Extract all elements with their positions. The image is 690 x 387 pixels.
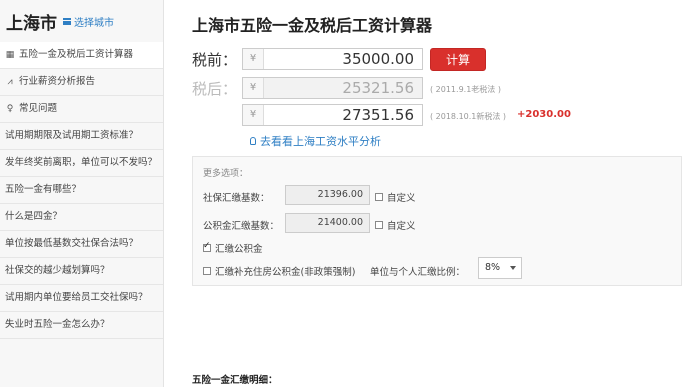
page-title: 上海市五险一金及税后工资计算器: [192, 16, 433, 35]
sidebar-item-10[interactable]: 失业时五险一金怎么办？: [0, 312, 163, 339]
detail-heading: 五险一金汇缴明细：: [192, 375, 278, 386]
sidebar-item-label: 试用期期限及试用期工资标准？: [5, 130, 139, 141]
sidebar-item-label: 五险一金有哪些？: [5, 184, 82, 195]
pretax-value: 35000.00: [342, 50, 414, 68]
calculator-icon: ▦: [5, 50, 15, 60]
aftertax-label: 税后：: [192, 80, 238, 98]
ratio-value: 8%: [485, 262, 501, 273]
custom-label: 自定义: [387, 193, 416, 204]
aftertax-old-output: ¥ 25321.56: [242, 77, 423, 99]
main-content: 上海市五险一金及税后工资计算器 税前： ¥ 35000.00 计算 税后： ¥ …: [192, 0, 690, 387]
sidebar-list: ▦ 五险一金及税后工资计算器 ⩘ 行业薪资分析报告 ♀ 常见问题试用期期限及试用期工资标准…: [0, 42, 163, 339]
select-city-link[interactable]: 选择城市: [63, 14, 114, 29]
sidebar-item-label: 常见问题: [19, 103, 58, 114]
sidebar-item-6[interactable]: 什么是四金？: [0, 204, 163, 231]
sidebar-item-4[interactable]: 发年终奖前离职，单位可以不发吗？: [0, 150, 163, 177]
city-name: 上海市: [6, 13, 57, 34]
new-tax-law-note: ( 2018.10.1新税法 ): [430, 112, 507, 121]
sidebar-item-label: 试用期内单位要给员工交社保吗？: [5, 292, 148, 303]
checkbox-icon: [203, 267, 211, 275]
supp-fund-checkbox[interactable]: 汇缴补充住房公积金(非政策强制): [203, 264, 355, 278]
social-custom-checkbox[interactable]: 自定义: [375, 190, 416, 204]
pay-fund-label: 汇缴公积金: [215, 244, 263, 255]
sidebar-item-label: 失业时五险一金怎么办？: [5, 319, 110, 330]
old-tax-law-note: ( 2011.9.1老税法 ): [430, 85, 501, 94]
sidebar-item-label: 社保交的越少越划算吗？: [5, 265, 110, 276]
ratio-select[interactable]: 8%: [478, 257, 522, 279]
aftertax-new-output: ¥ 27351.56: [242, 104, 423, 126]
sidebar-item-label: 单位按最低基数交社保合法吗？: [5, 238, 139, 249]
custom-label: 自定义: [387, 221, 416, 232]
social-base-label: 社保汇缴基数：: [203, 193, 270, 204]
fund-base-input[interactable]: 21400.00: [285, 213, 370, 233]
pretax-input[interactable]: ¥ 35000.00: [242, 48, 423, 70]
fund-custom-checkbox[interactable]: 自定义: [375, 218, 416, 232]
fund-base-label: 公积金汇缴基数：: [203, 221, 280, 232]
supp-fund-label: 汇缴补充住房公积金(非政策强制): [215, 267, 356, 278]
sidebar-item-7[interactable]: 单位按最低基数交社保合法吗？: [0, 231, 163, 258]
sidebar-item-8[interactable]: 社保交的越少越划算吗？: [0, 258, 163, 285]
sidebar-item-label: 发年终奖前离职，单位可以不发吗？: [5, 157, 158, 168]
trend-chart-icon: ⩘: [7, 77, 13, 87]
aftertax-new-value: 27351.56: [342, 106, 414, 124]
caret-down-icon: [510, 266, 516, 270]
checkbox-icon: [375, 193, 383, 201]
salary-analysis-label: 去看看上海工资水平分析: [260, 135, 381, 148]
sidebar: 上海市 选择城市 ▦ 五险一金及税后工资计算器 ⩘ 行业薪资分析报告 ♀ 常见问题试用期期…: [0, 0, 164, 387]
more-options-title: 更多选项：: [203, 169, 249, 179]
checkbox-checked-icon: [203, 241, 211, 252]
salary-analysis-link[interactable]: 去看看上海工资水平分析: [250, 133, 381, 149]
sidebar-item-label: 五险一金及税后工资计算器: [19, 49, 134, 60]
more-options-panel: 更多选项： 社保汇缴基数： 21396.00 自定义 公积金汇缴基数： 2140…: [192, 156, 682, 286]
checkbox-icon: [375, 221, 383, 229]
sidebar-item-3[interactable]: 试用期期限及试用期工资标准？: [0, 123, 163, 150]
city-header: 上海市 选择城市: [0, 0, 163, 42]
calculate-button[interactable]: 计算: [430, 48, 486, 71]
currency-sign: ¥: [243, 49, 264, 69]
tax-difference: +2030.00: [517, 109, 571, 120]
currency-sign: ¥: [243, 78, 264, 98]
sidebar-item-5[interactable]: 五险一金有哪些？: [0, 177, 163, 204]
currency-sign: ¥: [243, 105, 264, 125]
lightbulb-icon: [250, 137, 256, 145]
aftertax-old-value: 25321.56: [342, 79, 414, 97]
sidebar-item-9[interactable]: 试用期内单位要给员工交社保吗？: [0, 285, 163, 312]
pay-fund-checkbox[interactable]: 汇缴公积金: [203, 241, 263, 255]
sidebar-item-2[interactable]: ♀ 常见问题: [0, 96, 163, 123]
sidebar-item-label: 什么是四金？: [5, 211, 63, 222]
sidebar-item-0[interactable]: ▦ 五险一金及税后工资计算器: [0, 42, 163, 69]
sidebar-item-1[interactable]: ⩘ 行业薪资分析报告: [0, 69, 163, 96]
menu-icon: [63, 17, 71, 25]
select-city-label: 选择城市: [74, 17, 114, 29]
ratio-label: 单位与个人汇缴比例：: [370, 267, 466, 278]
sidebar-item-label: 行业薪资分析报告: [19, 76, 96, 87]
lightbulb-icon: ♀: [6, 104, 14, 114]
pretax-label: 税前：: [192, 51, 238, 69]
social-base-input[interactable]: 21396.00: [285, 185, 370, 205]
